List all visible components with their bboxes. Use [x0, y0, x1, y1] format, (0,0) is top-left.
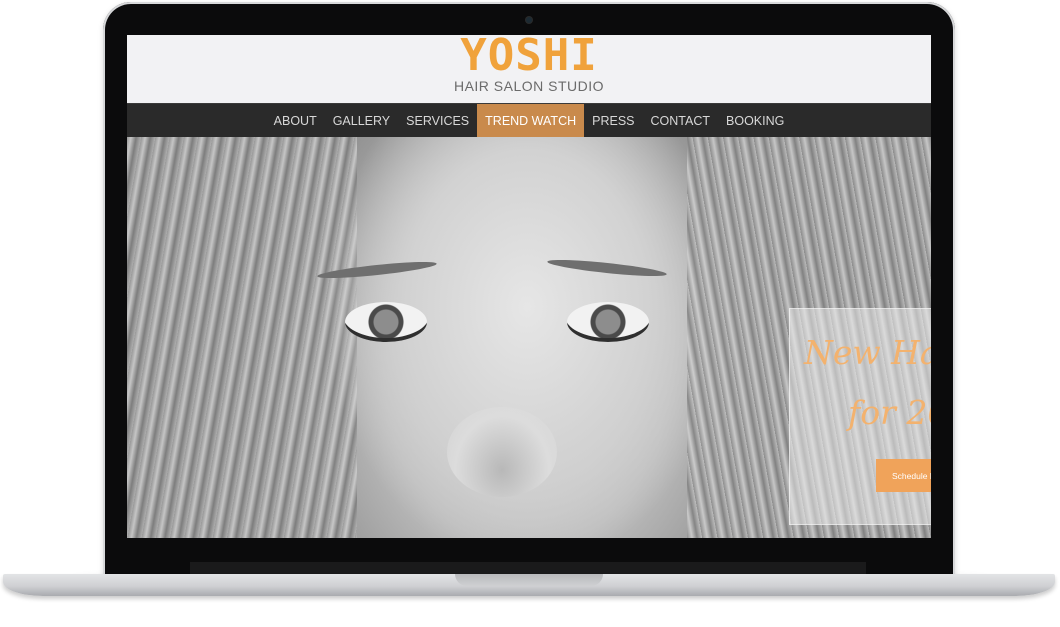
- nav-item-booking[interactable]: BOOKING: [718, 104, 792, 138]
- nav-item-trend-watch[interactable]: TREND WATCH: [477, 104, 585, 138]
- hero-eye-left: [345, 302, 427, 342]
- hero-eye-right: [567, 302, 649, 342]
- promo-box: New Hai for 20 Schedule N: [789, 308, 931, 525]
- main-nav: ABOUT GALLERY SERVICES TREND WATCH PRESS…: [127, 103, 931, 138]
- schedule-button[interactable]: Schedule N: [876, 459, 931, 492]
- promo-heading-line2: for 20: [848, 393, 931, 432]
- hero-image: New Hai for 20 Schedule N: [127, 137, 931, 538]
- promo-heading-line1: New Hai: [804, 333, 931, 372]
- site-header: YOSHI HAIR SALON STUDIO: [127, 35, 931, 103]
- laptop-notch: [455, 574, 603, 586]
- nav-item-services[interactable]: SERVICES: [398, 104, 477, 138]
- nav-item-contact[interactable]: CONTACT: [643, 104, 719, 138]
- logo-subtitle: HAIR SALON STUDIO: [453, 78, 605, 94]
- nav-item-press[interactable]: PRESS: [584, 104, 642, 138]
- hero-nose: [447, 407, 557, 497]
- nav-item-about[interactable]: ABOUT: [266, 104, 325, 138]
- camera-icon: [526, 17, 532, 23]
- nav-item-gallery[interactable]: GALLERY: [325, 104, 398, 138]
- laptop-screen: YOSHI HAIR SALON STUDIO ABOUT GALLERY SE…: [127, 35, 931, 538]
- logo[interactable]: YOSHI: [127, 35, 931, 81]
